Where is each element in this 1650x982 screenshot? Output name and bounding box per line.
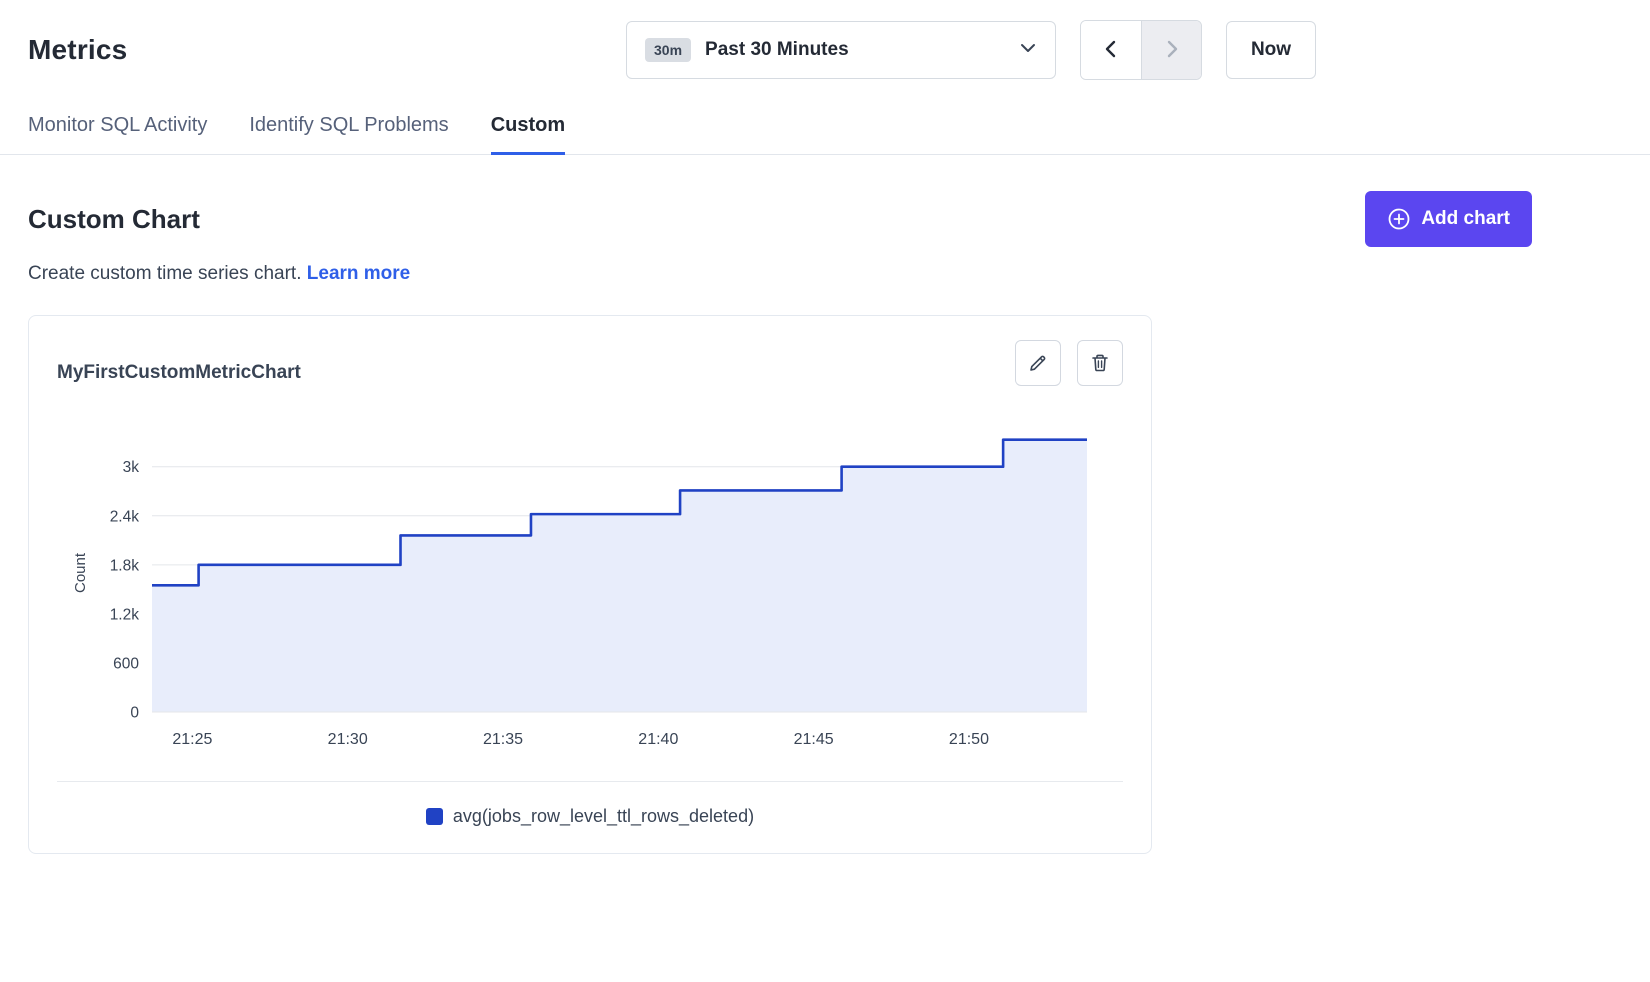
tab-identify-sql-problems[interactable]: Identify SQL Problems bbox=[249, 114, 448, 155]
custom-chart-svg: 0 600 1.2k 1.8k 2.4k 3k 21:25 21:30 21:35 21:40 21… bbox=[57, 412, 1122, 762]
svg-text:2.4k: 2.4k bbox=[110, 508, 140, 525]
svg-text:1.8k: 1.8k bbox=[110, 557, 140, 574]
tab-monitor-sql-activity[interactable]: Monitor SQL Activity bbox=[28, 114, 207, 155]
svg-text:21:25: 21:25 bbox=[172, 731, 212, 748]
svg-text:3k: 3k bbox=[123, 459, 140, 476]
next-time-button[interactable] bbox=[1141, 21, 1201, 79]
time-controls: 30m Past 30 Minutes Now bbox=[626, 20, 1316, 80]
now-button[interactable]: Now bbox=[1226, 21, 1316, 79]
svg-text:21:50: 21:50 bbox=[949, 731, 989, 748]
chart-title: MyFirstCustomMetricChart bbox=[57, 362, 301, 384]
time-pager bbox=[1080, 20, 1202, 80]
edit-chart-button[interactable] bbox=[1015, 340, 1061, 386]
svg-text:Count: Count bbox=[72, 552, 89, 593]
add-chart-label: Add chart bbox=[1421, 208, 1510, 230]
metrics-page: Metrics 30m Past 30 Minutes bbox=[0, 0, 1650, 982]
svg-text:21:45: 21:45 bbox=[794, 731, 834, 748]
card-divider bbox=[57, 781, 1123, 782]
trash-icon bbox=[1089, 352, 1111, 374]
custom-chart-card: MyFirstCustomMetricChart 0 600 1.2k 1.8k 2.4… bbox=[28, 315, 1152, 854]
pencil-icon bbox=[1027, 352, 1049, 374]
svg-text:1.2k: 1.2k bbox=[110, 606, 140, 623]
legend-label: avg(jobs_row_level_ttl_rows_deleted) bbox=[453, 806, 754, 827]
learn-more-link[interactable]: Learn more bbox=[307, 263, 410, 284]
prev-time-button[interactable] bbox=[1081, 21, 1141, 79]
chart-actions bbox=[1015, 340, 1123, 386]
legend-swatch bbox=[426, 808, 443, 825]
chart-area: 0 600 1.2k 1.8k 2.4k 3k 21:25 21:30 21:35 21:40 21… bbox=[57, 412, 1123, 767]
section-subtitle-text: Create custom time series chart. bbox=[28, 263, 301, 284]
svg-text:21:40: 21:40 bbox=[638, 731, 678, 748]
section-title: Custom Chart bbox=[28, 204, 200, 235]
chevron-left-icon bbox=[1101, 39, 1121, 62]
tabs: Monitor SQL Activity Identify SQL Proble… bbox=[0, 114, 1650, 155]
section-subtitle: Create custom time series chart. Learn m… bbox=[0, 263, 1650, 285]
time-range-select[interactable]: 30m Past 30 Minutes bbox=[626, 21, 1056, 79]
svg-text:21:30: 21:30 bbox=[328, 731, 368, 748]
svg-text:0: 0 bbox=[130, 705, 139, 722]
time-range-label: Past 30 Minutes bbox=[705, 39, 849, 61]
chevron-right-icon bbox=[1162, 39, 1182, 62]
svg-text:21:35: 21:35 bbox=[483, 731, 523, 748]
page-title: Metrics bbox=[28, 34, 127, 66]
chart-legend[interactable]: avg(jobs_row_level_ttl_rows_deleted) bbox=[57, 806, 1123, 827]
add-chart-button[interactable]: Add chart bbox=[1365, 191, 1532, 247]
chart-card-head: MyFirstCustomMetricChart bbox=[57, 340, 1123, 386]
chevron-down-icon bbox=[1019, 39, 1037, 62]
svg-text:600: 600 bbox=[113, 655, 139, 672]
time-range-badge: 30m bbox=[645, 38, 691, 62]
plus-circle-icon bbox=[1387, 207, 1411, 231]
section-head: Custom Chart Add chart bbox=[0, 191, 1650, 247]
tab-custom[interactable]: Custom bbox=[491, 114, 565, 155]
delete-chart-button[interactable] bbox=[1077, 340, 1123, 386]
topbar: Metrics 30m Past 30 Minutes bbox=[0, 0, 1650, 80]
